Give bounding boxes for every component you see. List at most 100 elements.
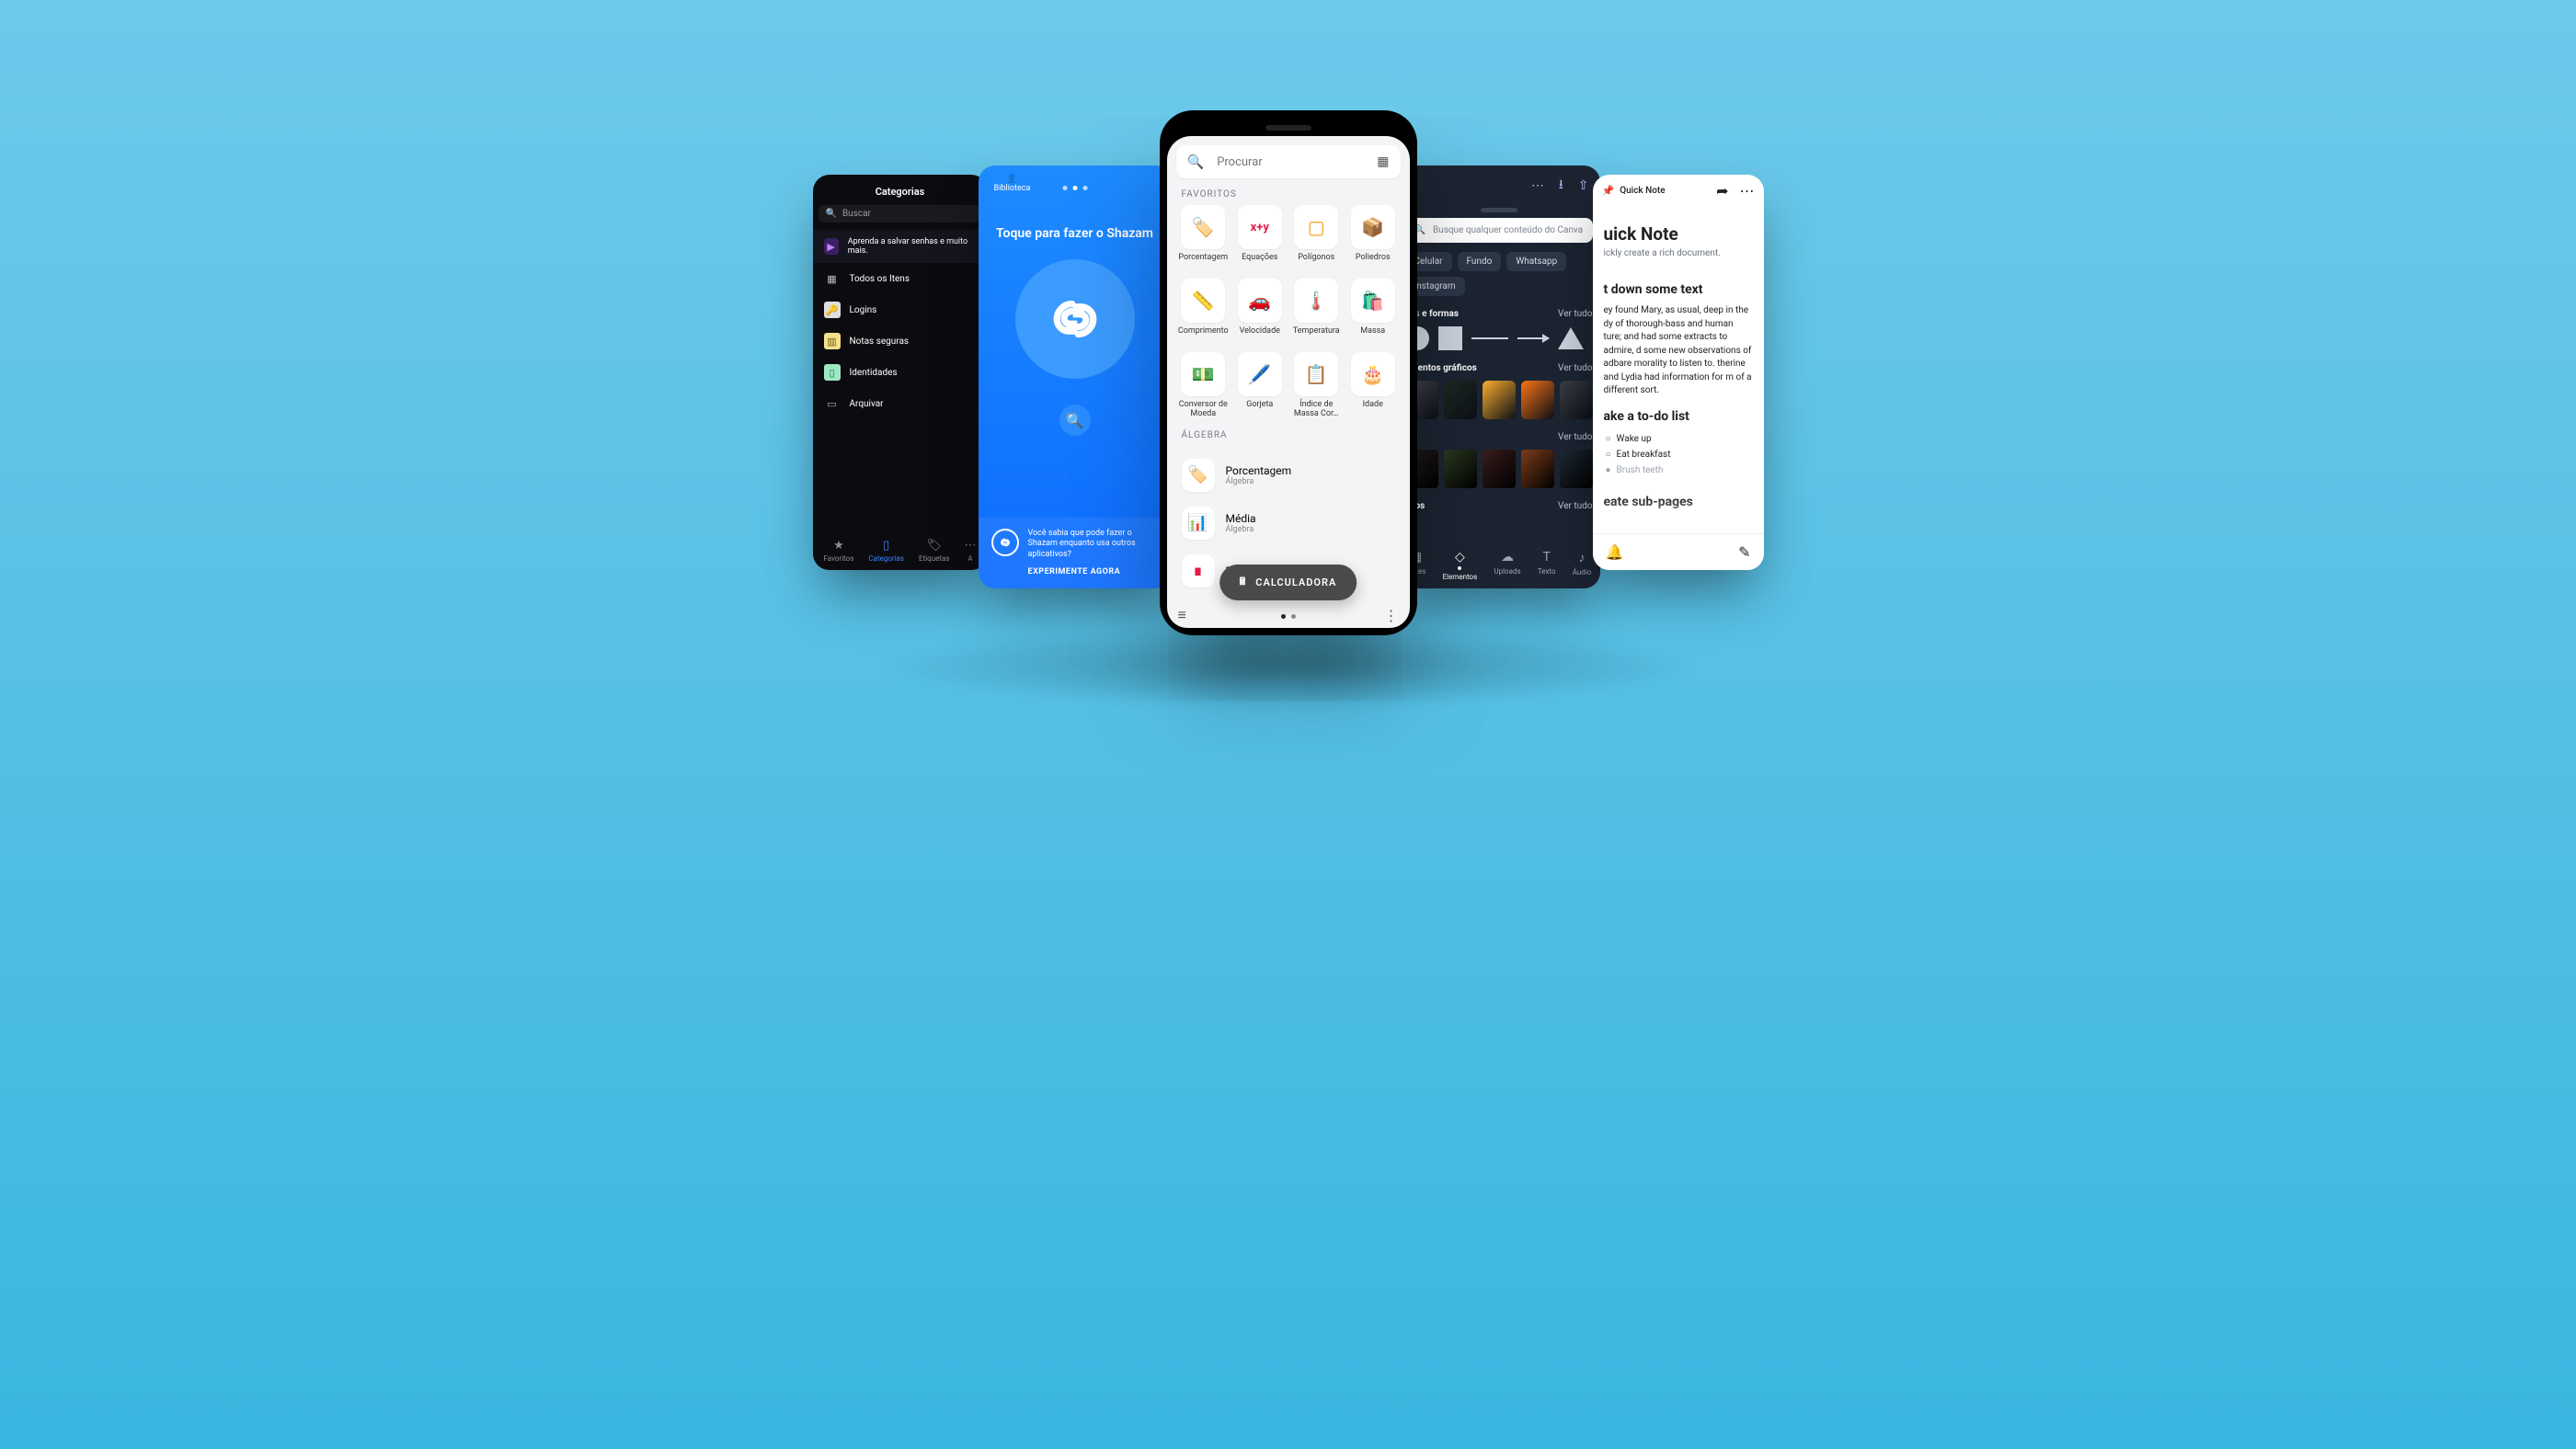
note-heading-todo[interactable]: ake a to-do list — [1604, 409, 1753, 424]
share-icon[interactable]: ⇧ — [1578, 178, 1589, 193]
calculadora-pill[interactable]: 🖩 CALCULADORA — [1219, 565, 1357, 600]
tab-label: Categorias — [868, 554, 904, 563]
chip-fundo[interactable]: Fundo — [1458, 252, 1502, 271]
see-all-link[interactable]: Ver tudo — [1558, 501, 1592, 511]
fav-card[interactable]: 🏷️ Porcentagem — [1178, 205, 1230, 271]
todo-item[interactable]: Wake up — [1606, 431, 1753, 447]
share-icon[interactable]: ➦ — [1716, 182, 1728, 200]
see-all-link[interactable]: Ver tudo — [1558, 432, 1592, 442]
fav-card[interactable]: 💵 Conversor de Moeda — [1178, 352, 1230, 419]
phone-mockup: 🔍 Procurar ▦ FAVORITOS 🏷️ Porcentagemx+y… — [1160, 110, 1417, 635]
fav-card[interactable]: 🛍️ Massa — [1347, 279, 1399, 345]
calc-searchbar[interactable]: 🔍 Procurar ▦ — [1176, 145, 1401, 178]
categorias-item-arquivar[interactable]: ▭ Arquivar — [813, 388, 988, 419]
list-item-sub: Álgebra — [1226, 525, 1256, 534]
foto-thumb[interactable] — [1483, 450, 1516, 488]
shazam-tip[interactable]: Você sabia que pode fazer o Shazam enqua… — [979, 518, 1172, 588]
list-icon: 🏷️ — [1182, 459, 1215, 492]
note-heading-text[interactable]: t down some text — [1604, 282, 1753, 297]
star-icon: ★ — [833, 539, 844, 553]
id-icon: ▯ — [824, 364, 841, 381]
grafico-thumb[interactable] — [1444, 381, 1477, 419]
more-icon[interactable]: ⋯ — [1740, 182, 1755, 200]
fav-card[interactable]: 📦 Poliedros — [1347, 205, 1399, 271]
grid-toggle-icon[interactable]: ▦ — [1377, 154, 1389, 169]
todo-item[interactable]: Brush teeth — [1606, 462, 1753, 478]
more-icon[interactable]: ⋯ — [1531, 178, 1544, 193]
list-item[interactable]: 📊 Média Álgebra — [1167, 499, 1410, 547]
archive-icon: ▭ — [824, 395, 841, 412]
bt-elementos[interactable]: ◇Elementos — [1443, 550, 1478, 581]
card-label: Poliedros — [1356, 253, 1391, 271]
card-icon: 💵 — [1181, 352, 1225, 396]
bt-audio[interactable]: ♪Áudio — [1573, 550, 1592, 581]
download-icon[interactable]: ⭳ — [1559, 175, 1563, 197]
foto-thumb[interactable] — [1521, 450, 1554, 488]
grafico-thumb[interactable] — [1521, 381, 1554, 419]
canva-chips: Celular Fundo Whatsapp Instagram — [1398, 252, 1600, 305]
categorias-item-todos[interactable]: ▦ Todos os Itens — [813, 263, 988, 294]
note-paragraph[interactable]: ey found Mary, as usual, deep in the dy … — [1604, 304, 1753, 398]
tab-more[interactable]: ⋯ A — [964, 539, 976, 563]
pin-icon: 📌 — [1602, 185, 1615, 197]
shazam-search[interactable]: 🔍 — [1059, 405, 1091, 436]
sheet-handle[interactable] — [1481, 208, 1517, 212]
item-label: Logins — [850, 305, 877, 315]
tab-label: Etiquetas — [919, 554, 949, 563]
fav-card[interactable]: 📏 Comprimento — [1178, 279, 1230, 345]
fav-card[interactable]: ▢ Polígonos — [1291, 205, 1343, 271]
see-all-link[interactable]: Ver tudo — [1558, 309, 1592, 319]
list-item[interactable]: 🏷️ Porcentagem Álgebra — [1167, 451, 1410, 499]
uploads-icon: ☁ — [1501, 550, 1514, 565]
fav-card[interactable]: 🚗 Velocidade — [1234, 279, 1286, 345]
fav-card[interactable]: 🎂 Idade — [1347, 352, 1399, 419]
tab-favoritos[interactable]: ★ Favoritos — [824, 539, 854, 563]
categorias-item-notas[interactable]: ▥ Notas seguras — [813, 325, 988, 357]
chip-whatsapp[interactable]: Whatsapp — [1506, 252, 1566, 271]
categorias-item-logins[interactable]: 🔑 Logins — [813, 294, 988, 325]
shape-triangle[interactable] — [1558, 327, 1584, 349]
foto-thumb[interactable] — [1560, 450, 1593, 488]
todo-item[interactable]: Eat breakfast — [1606, 447, 1753, 462]
bt-uploads[interactable]: ☁Uploads — [1494, 550, 1520, 581]
tab-label: Favoritos — [824, 554, 854, 563]
fav-card[interactable]: 📋 Índice de Massa Cor… — [1291, 352, 1343, 419]
bt-label: Elementos — [1443, 573, 1478, 581]
notifications-icon[interactable]: 🔔 — [1606, 543, 1624, 561]
todo-list: Wake upEat breakfastBrush teeth — [1604, 431, 1753, 478]
library-tab[interactable]: 👤 Biblioteca — [979, 165, 1036, 193]
shape-line[interactable] — [1471, 337, 1508, 339]
tip-cta[interactable]: EXPERIMENTE AGORA — [1028, 567, 1159, 577]
foto-thumb[interactable] — [1444, 450, 1477, 488]
see-all-link[interactable]: Ver tudo — [1558, 363, 1592, 373]
grid-icon: ▦ — [824, 270, 841, 287]
fav-card[interactable]: x+y Equações — [1234, 205, 1286, 271]
fav-card[interactable]: 🌡️ Temperatura — [1291, 279, 1343, 345]
compose-icon[interactable]: ✎ — [1738, 543, 1750, 561]
fav-card[interactable]: 🖊️ Gorjeta — [1234, 352, 1286, 419]
categorias-tip-row[interactable]: ▶ Aprenda a salvar senhas e muito mais. — [813, 230, 988, 263]
list-item-name: Média — [1226, 512, 1256, 525]
list-item-sub: Álgebra — [1226, 477, 1292, 486]
calculator-icon: 🖩 — [1240, 574, 1247, 591]
grafico-thumb[interactable] — [1560, 381, 1593, 419]
note-title[interactable]: uick Note — [1593, 207, 1764, 246]
panel-shazam: 👤 Biblioteca Toque para fazer o Shazam 🔍… — [979, 165, 1172, 588]
card-label: Idade — [1363, 400, 1383, 418]
section-label-favoritos: FAVORITOS — [1167, 186, 1410, 205]
grafico-thumb[interactable] — [1483, 381, 1516, 419]
tip-text: Você sabia que pode fazer o Shazam enqua… — [1028, 529, 1159, 560]
tab-categorias[interactable]: ▯ Categorias — [868, 539, 904, 563]
tab-etiquetas[interactable]: 🏷 Etiquetas — [919, 539, 949, 563]
shape-arrow[interactable] — [1517, 337, 1549, 339]
person-icon: 👤 — [1007, 175, 1017, 184]
categorias-search[interactable]: 🔍 Buscar — [819, 205, 982, 222]
audio-icon: ♪ — [1579, 550, 1586, 565]
canva-search[interactable]: 🔍 Busque qualquer conteúdo do Canva — [1405, 218, 1593, 243]
text-icon: T — [1542, 550, 1550, 565]
breadcrumb[interactable]: Quick Note — [1620, 186, 1665, 196]
shazam-button[interactable] — [1015, 259, 1135, 379]
shape-square[interactable] — [1438, 326, 1462, 350]
bt-texto[interactable]: TTexto — [1538, 550, 1556, 581]
categorias-item-identidades[interactable]: ▯ Identidades — [813, 357, 988, 388]
